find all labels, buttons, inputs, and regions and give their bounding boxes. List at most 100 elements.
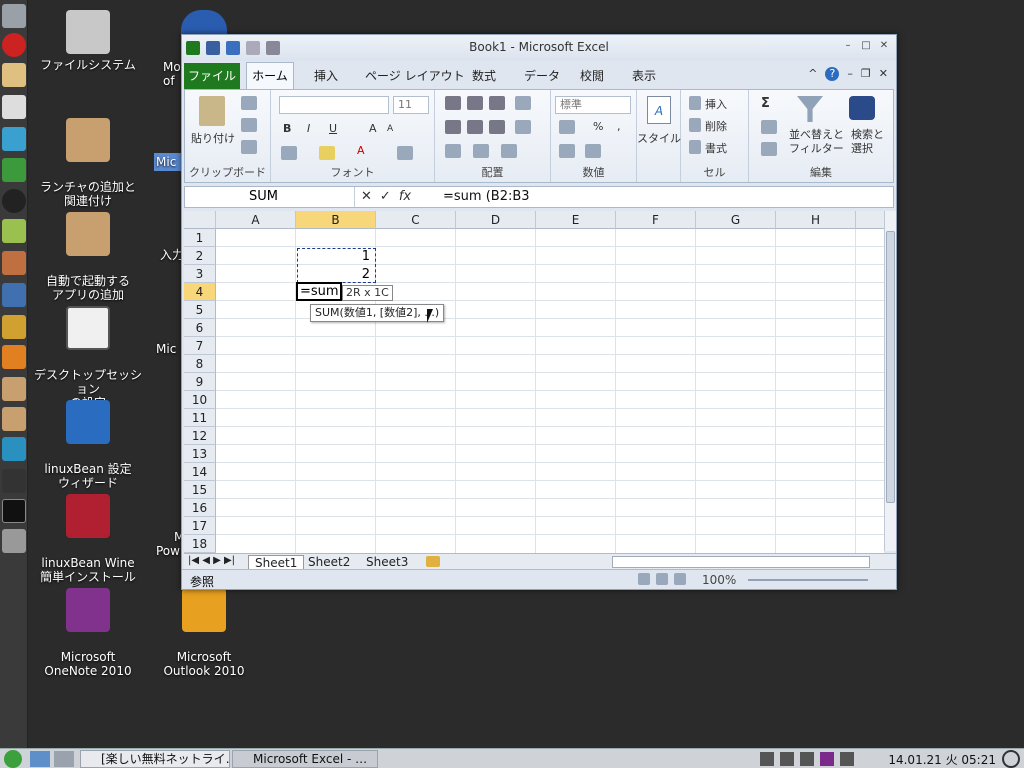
autosum-icon[interactable]: Σ (761, 96, 770, 111)
search-icon[interactable] (1002, 750, 1020, 768)
taskbar-item-excel[interactable]: Microsoft Excel - … (232, 750, 378, 768)
enter-icon[interactable]: ✓ (380, 189, 391, 204)
doc-close-icon[interactable]: ✕ (879, 67, 888, 81)
column-header[interactable]: H (776, 211, 856, 229)
media-icon[interactable] (2, 189, 26, 213)
minimize-icon[interactable]: – (842, 40, 854, 52)
styles-button[interactable]: スタイル (637, 130, 681, 146)
find-select-button[interactable]: 検索と 選択 (851, 128, 884, 156)
desktop-icon-filesystem[interactable]: ファイルシステム (33, 10, 143, 72)
row-header[interactable]: 9 (184, 373, 216, 391)
cell-b2[interactable]: 1 (296, 249, 370, 264)
horizontal-scrollbar[interactable] (612, 556, 870, 568)
keyboard-icon[interactable] (800, 752, 814, 766)
number-format-combo[interactable]: 標準 (555, 96, 631, 114)
column-header[interactable]: E (536, 211, 616, 229)
doc-minimize-icon[interactable]: – (847, 67, 853, 81)
align-right-icon[interactable] (489, 120, 505, 134)
row-header[interactable]: 6 (184, 319, 216, 337)
align-bottom-icon[interactable] (489, 96, 505, 110)
cell-b4-editing[interactable]: =sum (296, 282, 342, 301)
game-icon[interactable] (2, 315, 26, 339)
paint-icon[interactable] (2, 251, 26, 275)
network-signal-icon[interactable] (760, 752, 774, 766)
decrease-decimal-icon[interactable] (585, 144, 601, 158)
pidgin-icon[interactable] (2, 219, 26, 243)
page-layout-view-icon[interactable] (656, 573, 668, 585)
bold-icon[interactable]: B (283, 122, 291, 135)
help-icon[interactable]: ? (825, 67, 840, 81)
decrease-indent-icon[interactable] (445, 144, 461, 158)
battery-icon[interactable] (780, 752, 794, 766)
network-icon[interactable] (2, 127, 26, 151)
copy-icon[interactable] (241, 118, 257, 132)
clock[interactable]: 14.01.21 火 05:21 (888, 751, 996, 768)
close-icon[interactable]: ✕ (878, 40, 890, 52)
terminal-green-icon[interactable] (2, 158, 26, 182)
column-header[interactable]: D (456, 211, 536, 229)
row-header[interactable]: 14 (184, 463, 216, 481)
tab-file[interactable]: ファイル (184, 63, 240, 89)
opera-icon[interactable] (2, 33, 26, 57)
format-cells-icon[interactable] (689, 140, 701, 154)
zoom-level[interactable]: 100% (702, 573, 736, 587)
row-header[interactable]: 3 (184, 265, 216, 283)
row-header[interactable]: 12 (184, 427, 216, 445)
vertical-scrollbar[interactable] (884, 211, 896, 551)
row-header[interactable]: 5 (184, 301, 216, 319)
paste-icon[interactable] (199, 96, 225, 126)
shrink-font-icon[interactable]: A (387, 124, 393, 134)
currency-icon[interactable] (559, 120, 575, 134)
tab-insert[interactable]: 挿入 (314, 67, 338, 84)
start-menu-icon[interactable] (4, 750, 22, 768)
tab-view[interactable]: 表示 (632, 67, 656, 84)
insert-sheet-icon[interactable] (426, 556, 440, 567)
row-header[interactable]: 13 (184, 445, 216, 463)
trash-icon[interactable] (2, 529, 26, 553)
row-header[interactable]: 7 (184, 337, 216, 355)
terminal-icon[interactable] (2, 499, 26, 523)
system-monitor-icon[interactable] (2, 469, 26, 493)
wrap-text-icon[interactable] (515, 96, 531, 110)
image-viewer-icon[interactable] (2, 283, 26, 307)
row-header[interactable]: 17 (184, 517, 216, 535)
doc-restore-icon[interactable]: ❐ (861, 67, 871, 81)
delete-cells-icon[interactable] (689, 118, 701, 132)
borders-icon[interactable] (281, 146, 297, 160)
name-box[interactable]: SUM (185, 187, 355, 207)
desktop-icon-onenote[interactable]: Microsoft OneNote 2010 (33, 574, 143, 692)
increase-indent-icon[interactable] (473, 144, 489, 158)
select-all-corner[interactable] (184, 211, 216, 229)
increase-decimal-icon[interactable] (559, 144, 575, 158)
editor-icon[interactable] (2, 95, 26, 119)
percent-icon[interactable]: % (593, 120, 603, 133)
orientation-icon[interactable] (501, 144, 517, 158)
insert-cells-icon[interactable] (689, 96, 701, 110)
installer-icon[interactable] (2, 407, 26, 431)
align-left-icon[interactable] (445, 120, 461, 134)
format-cells-button[interactable]: 書式 (705, 140, 727, 156)
align-center-icon[interactable] (467, 120, 483, 134)
fill-color-icon[interactable] (319, 146, 335, 160)
taskbar-item-browser[interactable]: [楽しい無料ネットライ… (80, 750, 230, 768)
sheet-tab-2[interactable]: Sheet2 (308, 555, 350, 569)
sort-filter-button[interactable]: 並べ替えと フィルター (789, 128, 844, 156)
show-desktop-icon[interactable] (30, 751, 50, 767)
column-header[interactable]: F (616, 211, 696, 229)
merge-center-icon[interactable] (515, 120, 531, 134)
sheet-nav-arrows[interactable]: |◀ ◀ ▶ ▶| (188, 555, 235, 566)
font-name-combo[interactable] (279, 96, 389, 114)
sheet-tab-3[interactable]: Sheet3 (366, 555, 408, 569)
row-header[interactable]: 4 (184, 283, 216, 301)
row-header[interactable]: 1 (184, 229, 216, 247)
phonetic-icon[interactable] (397, 146, 413, 160)
column-header[interactable]: C (376, 211, 456, 229)
volume-icon[interactable] (840, 752, 854, 766)
normal-view-icon[interactable] (638, 573, 650, 585)
notes-icon[interactable] (2, 63, 26, 87)
format-painter-icon[interactable] (241, 140, 257, 154)
tab-data[interactable]: データ (524, 67, 560, 84)
row-header[interactable]: 2 (184, 247, 216, 265)
collapse-ribbon-icon[interactable]: ^ (808, 67, 817, 81)
paste-button[interactable]: 貼り付け (191, 130, 235, 146)
